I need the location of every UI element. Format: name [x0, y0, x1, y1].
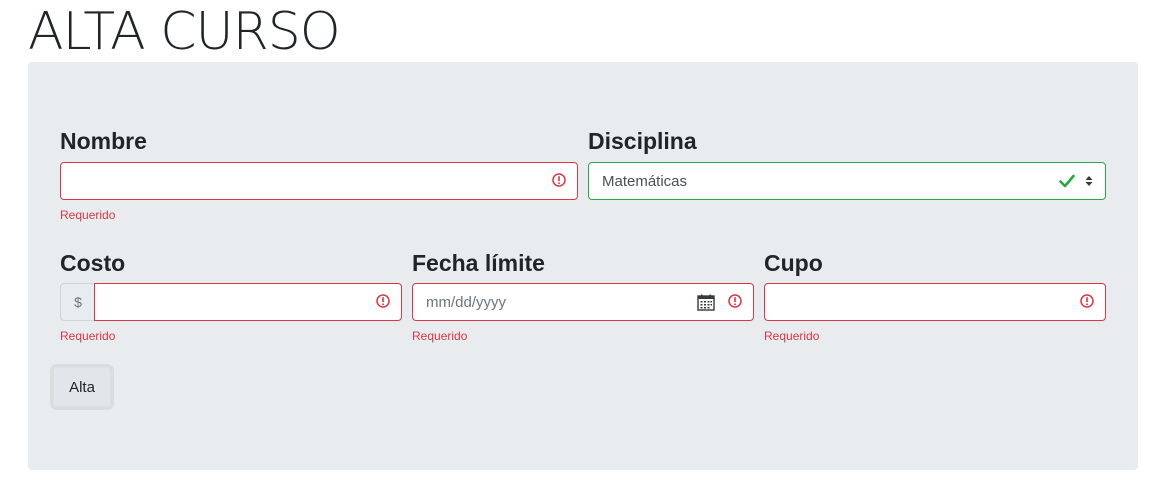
- nombre-feedback: Requerido: [60, 208, 116, 222]
- alta-button[interactable]: Alta: [53, 367, 111, 407]
- disciplina-selected: Matemáticas: [602, 172, 688, 190]
- exclamation-circle-icon: [1080, 294, 1094, 308]
- costo-label: Costo: [60, 250, 126, 276]
- check-icon: [1059, 174, 1075, 188]
- disciplina-label: Disciplina: [588, 128, 697, 154]
- disciplina-select[interactable]: Matemáticas: [588, 162, 1106, 200]
- page-title: ALTA CURSO: [28, 2, 341, 62]
- cupo-label: Cupo: [764, 250, 823, 276]
- currency-addon: $: [60, 283, 95, 321]
- cupo-feedback: Requerido: [764, 329, 820, 343]
- exclamation-circle-icon: [728, 294, 742, 308]
- costo-input[interactable]: [94, 283, 402, 321]
- fecha-limite-feedback: Requerido: [412, 329, 468, 343]
- form-panel: [28, 62, 1138, 470]
- calendar-icon[interactable]: [697, 294, 715, 311]
- nombre-label: Nombre: [60, 128, 147, 154]
- fecha-limite-label: Fecha límite: [412, 250, 545, 276]
- exclamation-circle-icon: [552, 173, 566, 187]
- fecha-limite-input[interactable]: mm/dd/yyyy: [412, 283, 754, 321]
- nombre-input[interactable]: [60, 162, 578, 200]
- cupo-input[interactable]: [764, 283, 1106, 321]
- sort-arrows-icon: [1085, 176, 1093, 186]
- exclamation-circle-icon: [376, 294, 390, 308]
- costo-feedback: Requerido: [60, 329, 116, 343]
